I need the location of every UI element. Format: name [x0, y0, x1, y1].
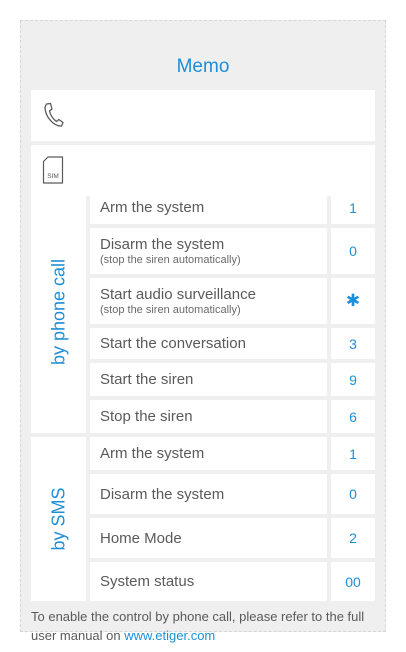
table-row: Disarm the system 0 [90, 474, 375, 514]
sim-card-icon: SIM [42, 156, 64, 184]
table-row: Start the siren 9 [90, 363, 375, 396]
row-text: System status [100, 573, 195, 590]
table-row: Disarm the system (stop the siren automa… [90, 228, 375, 274]
row-text: Disarm the system [100, 485, 225, 503]
row-value: 0 [331, 228, 375, 274]
table-row: Arm the system 1 [90, 437, 375, 470]
table-row: Start audio surveillance (stop the siren… [90, 278, 375, 324]
memo-title: Memo [176, 56, 230, 77]
table-row: Arm the system 1 [90, 191, 375, 224]
row-text: Start the conversation [100, 335, 246, 352]
row-value: 1 [331, 191, 375, 224]
row-value: 2 [331, 518, 375, 558]
row-subtext: (stop the siren automatically) [100, 254, 241, 266]
row-value: 0 [331, 474, 375, 514]
table-row: Start the conversation 3 [90, 328, 375, 359]
phone-icon [44, 102, 64, 127]
footer-note: To enable the control by phone call, ple… [31, 607, 381, 645]
sms-section: by SMS Arm the system 1 Disarm the syste… [31, 437, 375, 601]
row-value: ✱ [331, 278, 375, 324]
row-text: Arm the system [100, 199, 205, 216]
table-row: Stop the siren 6 [90, 400, 375, 433]
memo-card: Memo SIM by phone call Arm the system 1 … [20, 20, 386, 643]
sim-box: SIM [31, 145, 375, 196]
row-value: 9 [331, 363, 375, 396]
row-value: 6 [331, 400, 375, 433]
row-value: 00 [331, 562, 375, 601]
table-row: System status 00 [90, 562, 375, 601]
website-link[interactable]: www.etiger.com [124, 628, 215, 643]
phone-box [31, 90, 375, 141]
row-subtext: (stop the siren automatically) [100, 304, 241, 316]
phone-call-section: by phone call Arm the system 1 Disarm th… [31, 191, 375, 433]
row-text: Home Mode [100, 529, 182, 547]
row-value: 1 [331, 437, 375, 470]
table-row: Home Mode 2 [90, 518, 375, 558]
row-text: Arm the system [100, 445, 205, 462]
sim-label: SIM [47, 173, 59, 180]
row-value: 3 [331, 328, 375, 359]
row-text: Start audio surveillance [100, 286, 256, 303]
sms-label: by SMS [48, 487, 68, 551]
row-text: Stop the siren [100, 408, 193, 425]
phone-call-label: by phone call [48, 258, 68, 366]
row-text: Start the siren [100, 371, 194, 388]
row-text: Disarm the system [100, 236, 225, 253]
